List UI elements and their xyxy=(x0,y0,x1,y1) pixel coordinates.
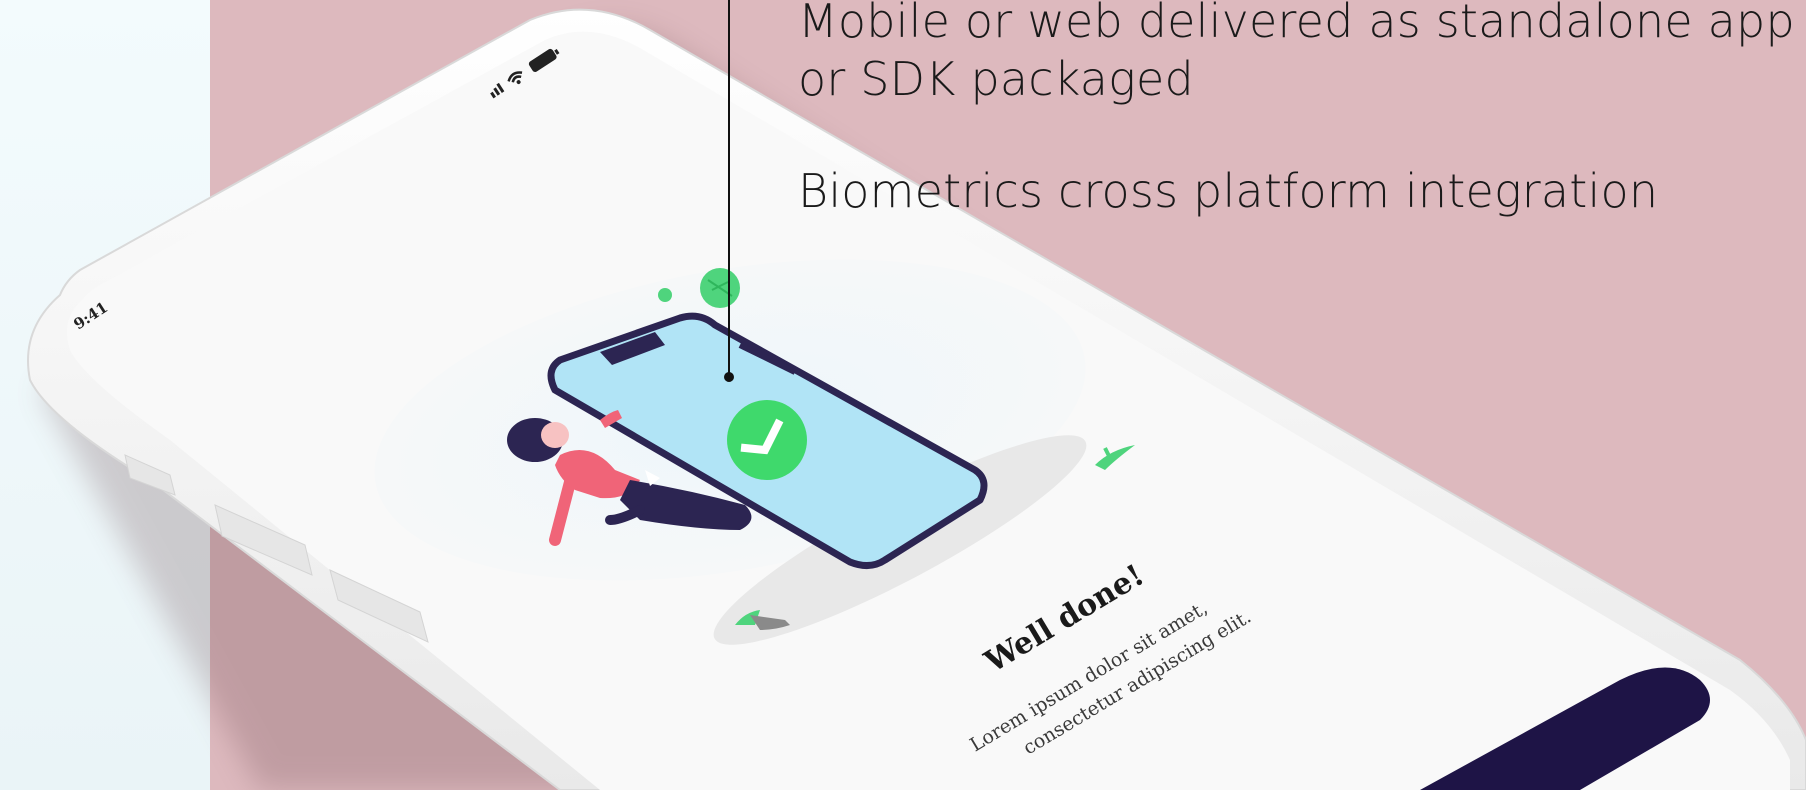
check-icon xyxy=(727,400,807,480)
caption-block: Mobile or web delivered as standalone ap… xyxy=(798,0,1795,108)
phone-mockup: 9:41 Well done! Lorem ipsum dolor sit am… xyxy=(27,8,1806,790)
caption-line-3: Biometrics cross platform integration xyxy=(798,164,1659,218)
caption-line-2: or SDK packaged xyxy=(798,52,1194,106)
caption-line-1: Mobile or web delivered as standalone ap… xyxy=(798,0,1795,48)
stage: 9:41 Well done! Lorem ipsum dolor sit am… xyxy=(0,0,1806,790)
callout-line xyxy=(728,0,730,377)
callout-dot xyxy=(724,372,734,382)
